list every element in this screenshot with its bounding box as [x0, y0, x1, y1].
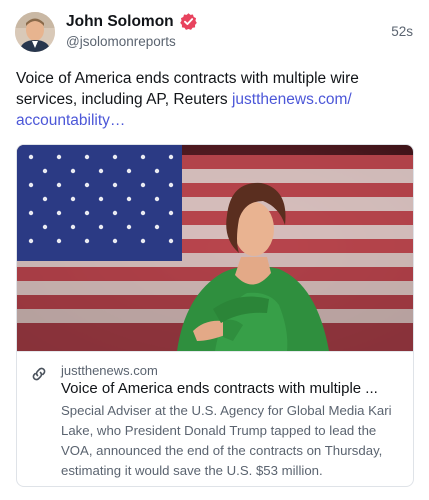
card-domain: justthenews.com — [61, 363, 158, 378]
verified-badge-icon — [179, 12, 198, 31]
author-name-row: John Solomon — [66, 12, 198, 31]
author-name[interactable]: John Solomon — [66, 13, 174, 31]
avatar-image — [15, 12, 55, 52]
post-text: Voice of America ends contracts with mul… — [16, 68, 412, 131]
link-preview-card[interactable]: justthenews.com Voice of America ends co… — [16, 144, 414, 487]
card-title[interactable]: Voice of America ends contracts with mul… — [61, 379, 401, 399]
card-description: Special Adviser at the U.S. Agency for G… — [61, 403, 392, 478]
avatar[interactable] — [15, 12, 55, 52]
card-image[interactable] — [17, 145, 413, 351]
post-timestamp[interactable]: 52s — [391, 24, 413, 39]
link-icon — [30, 365, 48, 383]
card-body: justthenews.com Voice of America ends co… — [17, 351, 413, 486]
post: John Solomon @jsolomonreports 52s Voice … — [0, 0, 429, 500]
card-photo — [17, 145, 413, 351]
author-handle[interactable]: @jsolomonreports — [66, 34, 176, 49]
